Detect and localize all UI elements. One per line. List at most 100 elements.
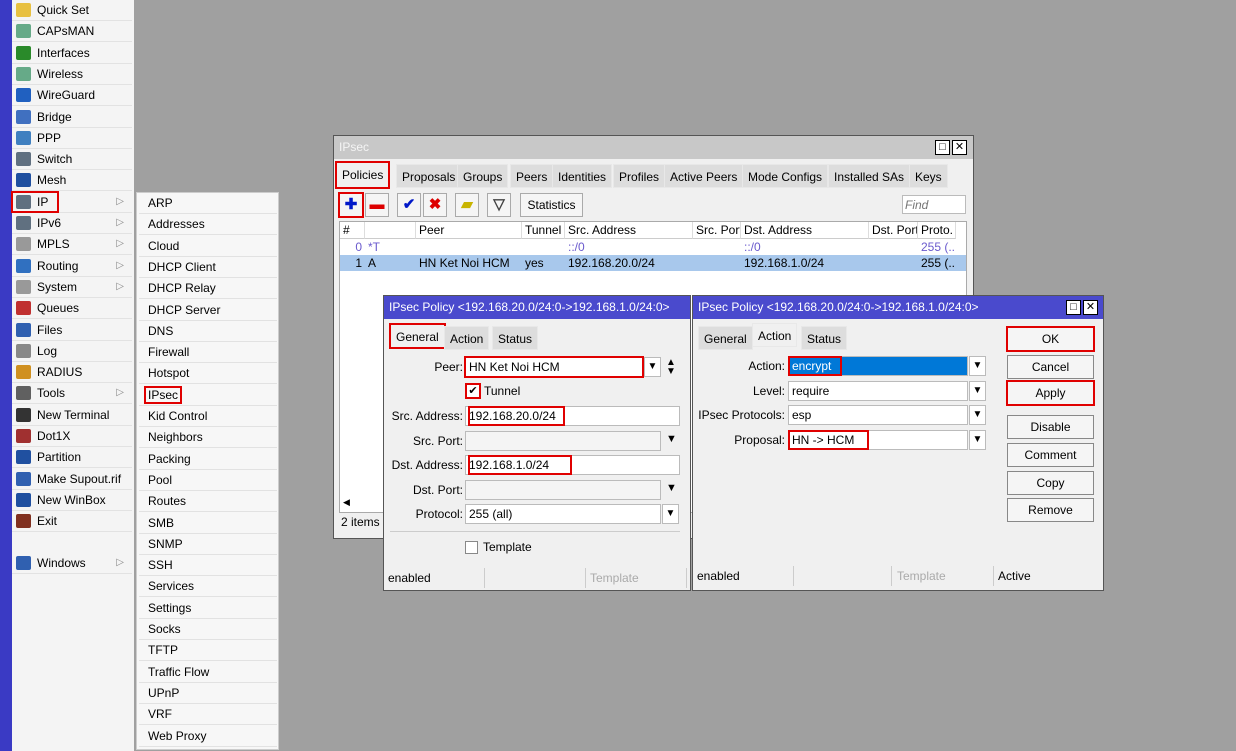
protocol-field[interactable]: 255 (all) (465, 504, 661, 524)
disable-button[interactable]: Disable (1007, 415, 1094, 439)
statistics-button[interactable]: Statistics (520, 193, 583, 217)
dropdown-icon[interactable]: ▼ (969, 381, 986, 401)
enable-button[interactable]: ✔ (397, 193, 421, 217)
tab-installed-sas[interactable]: Installed SAs (828, 164, 911, 188)
menu-item-ppp[interactable]: PPP (12, 128, 132, 149)
dst-address-field[interactable]: 192.168.1.0/24 (465, 455, 680, 475)
submenu-item-arp[interactable]: ARP (139, 193, 277, 214)
tab-action[interactable]: Action (444, 326, 490, 350)
scroll-left-icon[interactable]: ◀ (339, 497, 354, 512)
tab-policies[interactable]: Policies (334, 161, 391, 189)
submenu-item-pool[interactable]: Pool (139, 470, 277, 491)
table-cell[interactable]: HN Ket Noi HCM (416, 255, 522, 271)
dropdown-icon[interactable]: ▼ (644, 357, 661, 377)
submenu-item-dhcp-relay[interactable]: DHCP Relay (139, 278, 277, 300)
submenu-item-tftp[interactable]: TFTP (139, 640, 277, 662)
add-button[interactable]: ✚ (338, 192, 364, 218)
submenu-item-upnp[interactable]: UPnP (139, 683, 277, 704)
menu-item-routing[interactable]: Routing ▷ (12, 256, 132, 277)
table-cell[interactable]: 255 (... (918, 255, 956, 271)
column-header[interactable]: Peer (416, 222, 522, 239)
menu-item-ipv6[interactable]: IPv6 ▷ (12, 213, 132, 234)
table-cell[interactable]: ::/0 (741, 239, 869, 255)
comment-button[interactable]: ▰ (455, 193, 479, 217)
apply-button[interactable]: Apply (1006, 380, 1095, 406)
column-header[interactable]: Src. Address (565, 222, 693, 239)
menu-item-queues[interactable]: Queues (12, 298, 132, 320)
submenu-item-neighbors[interactable]: Neighbors (139, 427, 277, 449)
menu-item-mesh[interactable]: Mesh (12, 170, 132, 192)
comment-button[interactable]: Comment (1007, 443, 1094, 467)
dropdown-icon[interactable]: ▼ (666, 433, 677, 445)
submenu-item-dhcp-client[interactable]: DHCP Client (139, 257, 277, 278)
close-button[interactable]: ✕ (952, 140, 967, 155)
template-checkbox[interactable] (465, 541, 478, 554)
column-header[interactable]: # (340, 222, 365, 239)
column-header[interactable]: Dst. Address (741, 222, 869, 239)
table-cell[interactable]: 1 (340, 255, 365, 271)
submenu-item-dns[interactable]: DNS (139, 321, 277, 342)
table-cell[interactable] (869, 239, 918, 255)
updown-icon[interactable]: ▲ ▼ (666, 358, 676, 377)
ipsec-protocols-field[interactable]: esp (788, 405, 968, 425)
table-cell[interactable]: 192.168.1.0/24 (741, 255, 869, 271)
tab-identities[interactable]: Identities (552, 164, 613, 188)
dst-port-field[interactable] (465, 480, 661, 500)
menu-item-bridge[interactable]: Bridge (12, 107, 132, 128)
submenu-item-hotspot[interactable]: Hotspot (139, 363, 277, 385)
tab-groups[interactable]: Groups (457, 164, 509, 188)
column-header[interactable]: Tunnel (522, 222, 565, 239)
menu-item-radius[interactable]: RADIUS (12, 362, 132, 384)
menu-item-interfaces[interactable]: Interfaces (12, 43, 132, 64)
submenu-item-kid-control[interactable]: Kid Control (139, 406, 277, 427)
submenu-item-smb[interactable]: SMB (139, 513, 277, 534)
tab-active-peers[interactable]: Active Peers (664, 164, 744, 188)
disable-button[interactable]: ✖ (423, 193, 447, 217)
tab-status[interactable]: Status (492, 326, 539, 350)
submenu-item-routes[interactable]: Routes (139, 491, 277, 513)
copy-button[interactable]: Copy (1007, 471, 1094, 495)
menu-item-windows[interactable]: Windows ▷ (12, 553, 132, 574)
submenu-item-vrf[interactable]: VRF (139, 704, 277, 726)
tab-profiles[interactable]: Profiles (613, 164, 666, 188)
level-field[interactable]: require (788, 381, 968, 401)
remove-button[interactable]: ▬ (365, 193, 389, 217)
dropdown-icon[interactable]: ▼ (666, 482, 677, 494)
table-cell[interactable] (416, 239, 522, 255)
table-cell[interactable]: A (365, 255, 416, 271)
table-cell[interactable]: ::/0 (565, 239, 693, 255)
ok-button[interactable]: OK (1006, 326, 1095, 352)
dropdown-icon[interactable]: ▼ (969, 356, 986, 376)
submenu-item-web-proxy[interactable]: Web Proxy (139, 726, 277, 747)
menu-item-quick-set[interactable]: Quick Set (12, 0, 132, 21)
tunnel-checkbox[interactable]: ✔ (465, 383, 481, 399)
dropdown-icon[interactable]: ▼ (662, 504, 679, 524)
submenu-item-settings[interactable]: Settings (139, 598, 277, 619)
menu-item-log[interactable]: Log (12, 341, 132, 362)
table-cell[interactable]: 0 (340, 239, 365, 255)
column-header[interactable] (365, 222, 416, 239)
submenu-item-dhcp-server[interactable]: DHCP Server (139, 300, 277, 321)
menu-item-switch[interactable]: Switch (12, 149, 132, 171)
maximize-button[interactable]: □ (935, 140, 950, 155)
menu-item-system[interactable]: System ▷ (12, 277, 132, 298)
submenu-item-cloud[interactable]: Cloud (139, 236, 277, 257)
tab-mode-configs[interactable]: Mode Configs (742, 164, 829, 188)
menu-item-wireless[interactable]: Wireless (12, 64, 132, 85)
submenu-item-packing[interactable]: Packing (139, 449, 277, 470)
filter-button[interactable]: ▽ (487, 193, 511, 217)
submenu-item-socks[interactable]: Socks (139, 619, 277, 640)
peer-field[interactable]: HN Ket Noi HCM (464, 356, 644, 378)
tab-general[interactable]: General (389, 323, 446, 349)
menu-item-make-supout-rif[interactable]: Make Supout.rif (12, 469, 132, 490)
maximize-button[interactable]: □ (1066, 300, 1081, 315)
menu-item-mpls[interactable]: MPLS ▷ (12, 234, 132, 256)
remove-button[interactable]: Remove (1007, 498, 1094, 522)
src-address-field[interactable]: 192.168.20.0/24 (465, 406, 680, 426)
find-input[interactable] (902, 195, 966, 214)
column-header[interactable]: Dst. Port (869, 222, 918, 239)
submenu-item-firewall[interactable]: Firewall (139, 342, 277, 364)
menu-item-files[interactable]: Files (12, 320, 132, 341)
cancel-button[interactable]: Cancel (1007, 355, 1094, 379)
action-field[interactable]: encrypt (787, 356, 968, 376)
